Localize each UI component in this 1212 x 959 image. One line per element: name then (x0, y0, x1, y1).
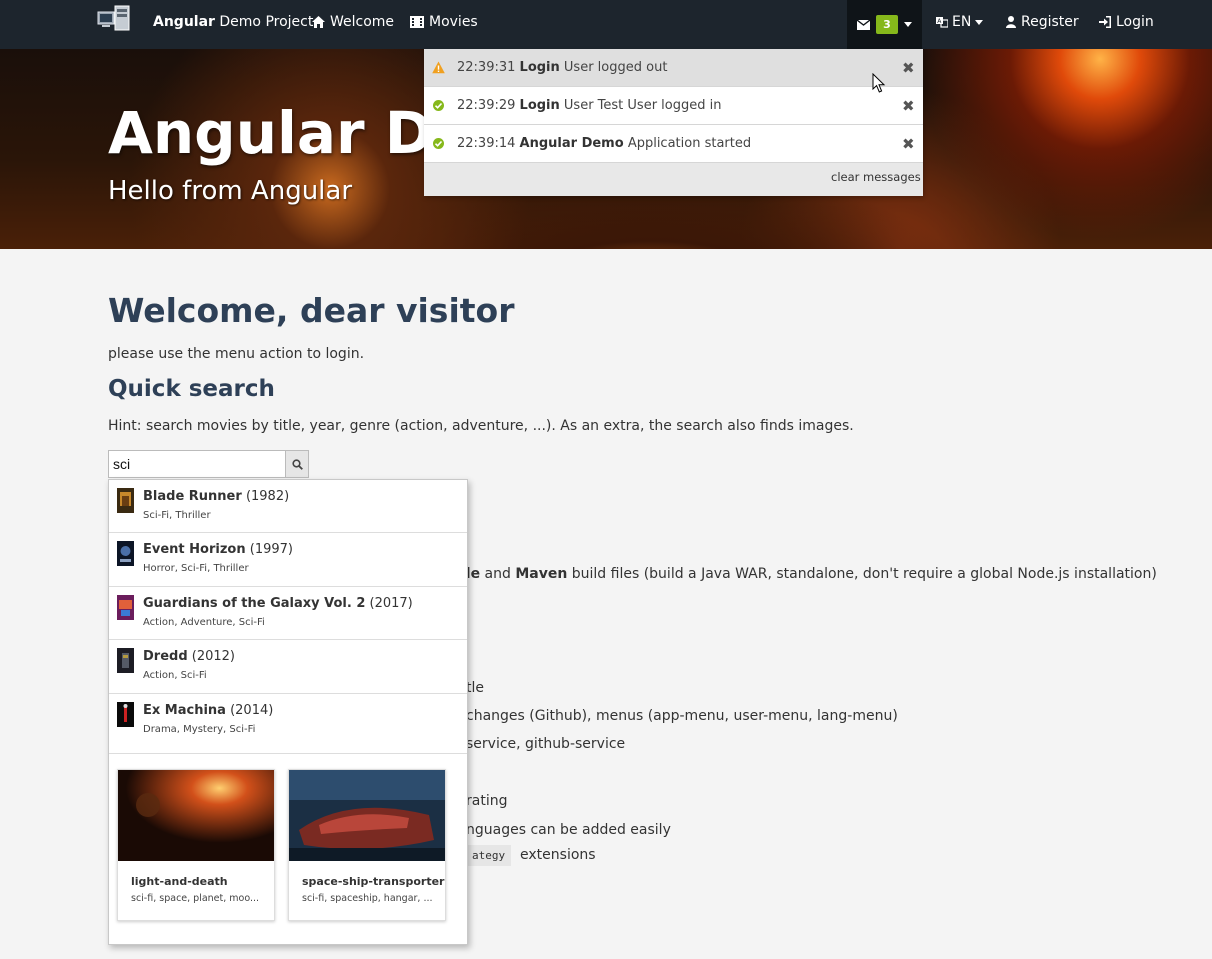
nav-register[interactable]: Register (1006, 14, 1079, 30)
messages-toggle[interactable]: 3 (847, 0, 922, 49)
message-text: 22:39:31 Login User logged out (457, 60, 668, 75)
result-title: Event Horizon (1997) (143, 542, 293, 557)
top-navbar: Angular Demo Project Welcome Movies 3 A … (0, 0, 1212, 49)
feature-extensions: ategy extensions (466, 845, 596, 866)
brand-link[interactable]: Angular Demo Project (153, 14, 313, 30)
message-text: 22:39:14 Angular Demo Application starte… (457, 136, 752, 151)
login-hint: please use the menu action to login. (108, 346, 365, 362)
app-logo-icon[interactable] (97, 4, 131, 34)
search-result-item[interactable]: Dredd (2012) Action, Sci-Fi (109, 640, 467, 694)
search-result-item[interactable]: Event Horizon (1997) Horror, Sci-Fi, Thr… (109, 533, 467, 587)
envelope-icon (857, 19, 871, 30)
message-item[interactable]: 22:39:29 Login User Test User logged in … (424, 87, 923, 125)
result-genres: Action, Sci-Fi (143, 670, 207, 681)
result-genres: Horror, Sci-Fi, Thriller (143, 563, 249, 574)
image-name: light-and-death (131, 875, 228, 888)
movie-poster-thumbnail (117, 702, 134, 727)
caret-down-icon (903, 22, 912, 27)
image-result-card[interactable]: space-ship-transporter sci-fi, spaceship… (288, 769, 446, 921)
language-menu[interactable]: A EN (936, 14, 984, 30)
close-icon[interactable]: ✖ (902, 59, 915, 77)
nav-login[interactable]: Login (1099, 14, 1154, 30)
result-genres: Sci-Fi, Thriller (143, 510, 211, 521)
nav-welcome-label: Welcome (330, 14, 395, 30)
close-icon[interactable]: ✖ (902, 97, 915, 115)
clear-messages-link[interactable]: clear messages (831, 170, 921, 184)
image-thumbnail (118, 770, 274, 861)
mouse-cursor-icon (872, 73, 886, 93)
result-title: Ex Machina (2014) (143, 703, 274, 718)
film-icon (410, 16, 424, 28)
strategy-code: ategy (466, 845, 512, 866)
message-item[interactable]: 22:39:14 Angular Demo Application starte… (424, 125, 923, 163)
brand-rest: Demo Project (214, 14, 314, 30)
brand-bold: Angular (153, 14, 215, 30)
search-result-item[interactable]: Guardians of the Galaxy Vol. 2 (2017) Ac… (109, 587, 467, 640)
search-icon (291, 458, 303, 470)
nav-register-label: Register (1021, 14, 1079, 30)
movie-poster-thumbnail (117, 648, 134, 673)
nav-welcome[interactable]: Welcome (312, 14, 394, 30)
caret-down-icon (975, 19, 984, 25)
nav-movies-label: Movies (429, 14, 478, 30)
feature-build-files: lle and Maven build files (build a Java … (461, 566, 1157, 582)
image-tags: sci-fi, space, planet, moo... (131, 893, 260, 904)
message-text: 22:39:29 Login User Test User logged in (457, 98, 722, 113)
search-result-item[interactable]: Blade Runner (1982) Sci-Fi, Thriller (109, 480, 467, 533)
nav-login-label: Login (1116, 14, 1154, 30)
home-icon (312, 16, 325, 28)
feature-menus: changes (Github), menus (app-menu, user-… (466, 708, 898, 724)
result-genres: Action, Adventure, Sci-Fi (143, 617, 265, 628)
image-name: space-ship-transporter (302, 875, 445, 888)
check-circle-icon (433, 100, 444, 111)
warning-icon (432, 61, 445, 74)
quick-search-heading: Quick search (108, 376, 275, 402)
search-result-item[interactable]: Ex Machina (2014) Drama, Mystery, Sci-Fi (109, 694, 467, 754)
feature-services: service, github-service (466, 736, 626, 752)
result-genres: Drama, Mystery, Sci-Fi (143, 724, 256, 735)
close-icon[interactable]: ✖ (902, 135, 915, 153)
image-tags: sci-fi, spaceship, hangar, ... (302, 893, 433, 904)
search-input[interactable] (108, 450, 286, 478)
language-icon: A (936, 17, 948, 28)
result-title: Guardians of the Galaxy Vol. 2 (2017) (143, 596, 413, 611)
movie-poster-thumbnail (117, 595, 134, 620)
result-title: Blade Runner (1982) (143, 489, 290, 504)
feature-rating: rating (466, 793, 508, 809)
check-circle-icon (433, 138, 444, 149)
search-button[interactable] (285, 450, 309, 478)
nav-movies[interactable]: Movies (410, 14, 478, 30)
feature-title: tle (466, 680, 484, 696)
user-icon (1006, 16, 1016, 28)
message-item[interactable]: 22:39:31 Login User logged out ✖ (424, 49, 923, 87)
feature-languages: nguages can be added easily (466, 822, 671, 838)
image-result-card[interactable]: light-and-death sci-fi, space, planet, m… (117, 769, 275, 921)
movie-poster-thumbnail (117, 488, 134, 513)
welcome-heading: Welcome, dear visitor (108, 291, 515, 330)
message-count-badge: 3 (876, 15, 898, 34)
result-title: Dredd (2012) (143, 649, 236, 664)
image-thumbnail (289, 770, 445, 861)
search-hint: Hint: search movies by title, year, genr… (108, 418, 854, 434)
sign-in-icon (1099, 16, 1111, 28)
movie-poster-thumbnail (117, 541, 134, 566)
hero-subtitle: Hello from Angular (108, 176, 353, 206)
language-label: EN (952, 14, 972, 30)
